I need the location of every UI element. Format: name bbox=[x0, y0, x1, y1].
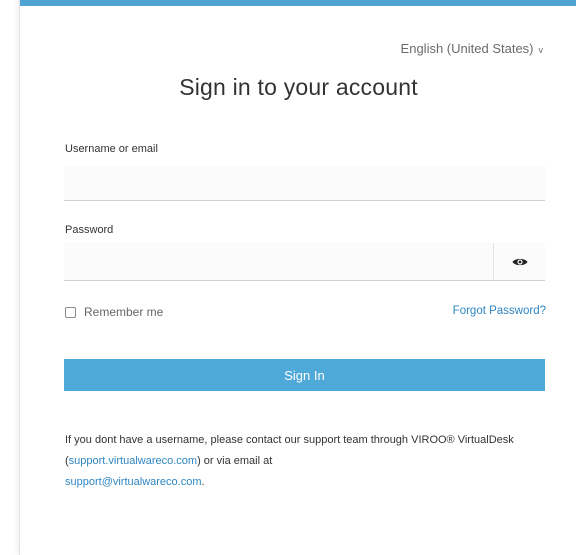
page-title: Sign in to your account bbox=[179, 74, 418, 100]
password-input[interactable] bbox=[64, 243, 494, 280]
card-top-accent-bar bbox=[20, 0, 576, 6]
show-password-button[interactable] bbox=[493, 243, 545, 280]
eye-icon bbox=[512, 258, 527, 265]
password-label: Password bbox=[65, 224, 114, 236]
forgot-password-link[interactable]: Forgot Password? bbox=[453, 305, 546, 317]
support-email-link[interactable]: support@virtualwareco.com bbox=[65, 476, 202, 488]
login-page: English (United States) v Sign in to you… bbox=[0, 0, 576, 555]
remember-me-label: Remember me bbox=[84, 305, 164, 319]
sign-in-button[interactable]: Sign In bbox=[64, 359, 545, 391]
remember-me-checkbox[interactable] bbox=[65, 306, 76, 318]
support-text-part-3: . bbox=[201, 476, 205, 488]
chevron-down-icon: v bbox=[538, 44, 544, 55]
language-label: English (United States) bbox=[400, 41, 534, 56]
password-field bbox=[64, 243, 545, 281]
remember-me[interactable]: Remember me bbox=[65, 305, 163, 319]
username-label: Username or email bbox=[65, 143, 158, 155]
username-input[interactable] bbox=[64, 165, 545, 201]
language-selector[interactable]: English (United States) v bbox=[401, 41, 543, 56]
login-card: English (United States) v Sign in to you… bbox=[19, 0, 576, 555]
support-text-part-2: ) or via email at bbox=[197, 455, 273, 467]
support-portal-link[interactable]: support.virtualwareco.com bbox=[69, 455, 197, 467]
support-info-text: If you dont have a username, please cont… bbox=[65, 430, 545, 493]
